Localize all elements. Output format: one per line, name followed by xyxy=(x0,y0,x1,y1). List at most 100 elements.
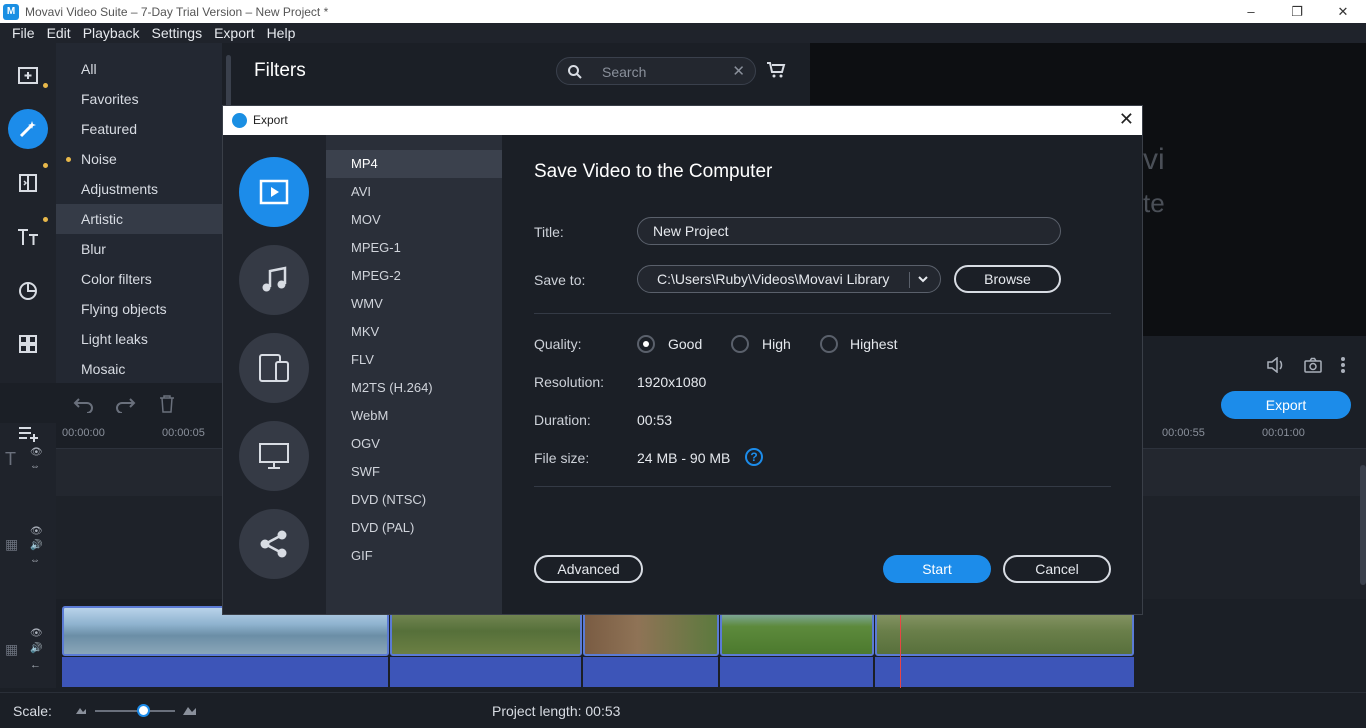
stickers-button[interactable] xyxy=(8,271,48,311)
transitions-button[interactable] xyxy=(8,163,48,203)
clear-search-icon[interactable]: ✕ xyxy=(732,62,745,80)
zoom-in-icon[interactable] xyxy=(182,704,198,716)
scale-slider-handle[interactable] xyxy=(137,704,150,717)
snapshot-camera-icon[interactable] xyxy=(1304,357,1322,373)
import-files-button[interactable] xyxy=(8,55,48,95)
tool-rail xyxy=(0,43,56,383)
share-online-tab[interactable] xyxy=(239,509,309,579)
audio-clip[interactable] xyxy=(62,657,390,687)
more-tools-button[interactable] xyxy=(8,324,48,364)
redo-icon[interactable] xyxy=(114,395,136,413)
category-mosaic[interactable]: Mosaic xyxy=(56,354,222,383)
format-item[interactable]: DVD (PAL) xyxy=(326,514,502,542)
category-noise[interactable]: Noise xyxy=(56,144,222,174)
audio-clip[interactable] xyxy=(720,657,875,687)
format-item[interactable]: AVI xyxy=(326,178,502,206)
start-button[interactable]: Start xyxy=(883,555,991,583)
format-item[interactable]: WMV xyxy=(326,290,502,318)
quality-highest-radio[interactable] xyxy=(820,335,838,353)
more-options-icon[interactable] xyxy=(1340,356,1346,374)
close-dialog-button[interactable]: ✕ xyxy=(1119,109,1134,130)
search-icon xyxy=(568,65,582,79)
save-tv-tab[interactable] xyxy=(239,421,309,491)
quality-high-radio[interactable] xyxy=(731,335,749,353)
help-icon[interactable]: ? xyxy=(745,448,763,466)
speaker-icon[interactable]: 🔊 xyxy=(30,643,42,654)
filesize-value: 24 MB - 90 MB xyxy=(637,450,731,466)
add-track-icon[interactable] xyxy=(18,426,40,442)
menu-file[interactable]: File xyxy=(12,25,35,41)
category-all[interactable]: All xyxy=(56,54,222,84)
store-cart-icon[interactable] xyxy=(766,61,786,79)
scale-slider[interactable] xyxy=(95,710,175,712)
format-item[interactable]: MOV xyxy=(326,206,502,234)
volume-icon[interactable] xyxy=(1266,357,1286,373)
save-devices-tab[interactable] xyxy=(239,333,309,403)
audio-clip[interactable] xyxy=(390,657,583,687)
arrow-left-icon[interactable]: ← xyxy=(30,659,41,671)
restore-button[interactable]: ❐ xyxy=(1274,0,1320,23)
format-item[interactable]: MPEG-2 xyxy=(326,262,502,290)
category-favorites[interactable]: Favorites xyxy=(56,84,222,114)
delete-trash-icon[interactable] xyxy=(159,395,175,413)
title-label: Title: xyxy=(534,224,564,240)
format-item[interactable]: MPEG-1 xyxy=(326,234,502,262)
app-logo-icon xyxy=(232,113,247,128)
audio-clip[interactable] xyxy=(583,657,720,687)
format-item[interactable]: GIF xyxy=(326,542,502,570)
quality-good-radio[interactable] xyxy=(637,335,655,353)
duration-value: 00:53 xyxy=(637,412,673,428)
format-item[interactable]: FLV xyxy=(326,346,502,374)
minimize-button[interactable]: – xyxy=(1228,0,1274,23)
undo-icon[interactable] xyxy=(73,395,95,413)
save-audio-tab[interactable] xyxy=(239,245,309,315)
menu-edit[interactable]: Edit xyxy=(47,25,71,41)
format-item[interactable]: SWF xyxy=(326,458,502,486)
category-blur[interactable]: Blur xyxy=(56,234,222,264)
text-track-icon: T xyxy=(5,449,16,469)
format-item[interactable]: WebM xyxy=(326,402,502,430)
link-icon[interactable]: ⇔ xyxy=(30,555,40,566)
save-video-tab[interactable] xyxy=(239,157,309,227)
ruler-tick: 00:01:00 xyxy=(1262,427,1305,439)
track-headers: T 👁 ⇔ 👁 🔊 ⇔ ▦ 👁 🔊 ← ▦ xyxy=(0,423,56,688)
menu-playback[interactable]: Playback xyxy=(83,25,140,41)
titles-button[interactable] xyxy=(8,217,48,257)
title-input[interactable]: New Project xyxy=(637,217,1061,245)
app-logo-icon: M xyxy=(3,3,19,20)
save-to-dropdown[interactable]: C:\Users\Ruby\Videos\Movavi Library xyxy=(637,265,941,293)
category-featured[interactable]: Featured xyxy=(56,114,222,144)
advanced-button[interactable]: Advanced xyxy=(534,555,643,583)
eye-icon[interactable]: 👁 xyxy=(30,447,43,458)
menu-export[interactable]: Export xyxy=(214,25,254,41)
format-item[interactable]: M2TS (H.264) xyxy=(326,374,502,402)
menu-settings[interactable]: Settings xyxy=(152,25,203,41)
close-window-button[interactable]: ✕ xyxy=(1320,0,1366,23)
export-button[interactable]: Export xyxy=(1221,391,1351,419)
browse-button[interactable]: Browse xyxy=(954,265,1061,293)
cancel-button[interactable]: Cancel xyxy=(1003,555,1111,583)
menu-help[interactable]: Help xyxy=(267,25,296,41)
quality-highest-label: Highest xyxy=(850,336,898,352)
quality-label: Quality: xyxy=(534,336,582,352)
format-item[interactable]: MP4 xyxy=(326,150,502,178)
format-item[interactable]: OGV xyxy=(326,430,502,458)
search-input[interactable]: Search ✕ xyxy=(556,57,756,85)
eye-icon[interactable]: 👁 xyxy=(30,628,43,639)
playhead[interactable] xyxy=(900,606,901,688)
zoom-out-icon[interactable] xyxy=(75,705,87,715)
category-adjustments[interactable]: Adjustments xyxy=(56,174,222,204)
speaker-icon[interactable]: 🔊 xyxy=(30,540,42,551)
format-item[interactable]: MKV xyxy=(326,318,502,346)
format-item[interactable]: DVD (NTSC) xyxy=(326,486,502,514)
category-artistic[interactable]: Artistic xyxy=(56,204,222,234)
timeline-scrollbar[interactable] xyxy=(1360,465,1366,585)
category-color-filters[interactable]: Color filters xyxy=(56,264,222,294)
link-icon[interactable]: ⇔ xyxy=(30,461,40,472)
category-light-leaks[interactable]: Light leaks xyxy=(56,324,222,354)
window-title: Movavi Video Suite – 7-Day Trial Version… xyxy=(25,4,329,19)
category-flying-objects[interactable]: Flying objects xyxy=(56,294,222,324)
eye-icon[interactable]: 👁 xyxy=(30,526,43,537)
audio-clip[interactable] xyxy=(875,657,1134,687)
filters-button[interactable] xyxy=(8,109,48,149)
